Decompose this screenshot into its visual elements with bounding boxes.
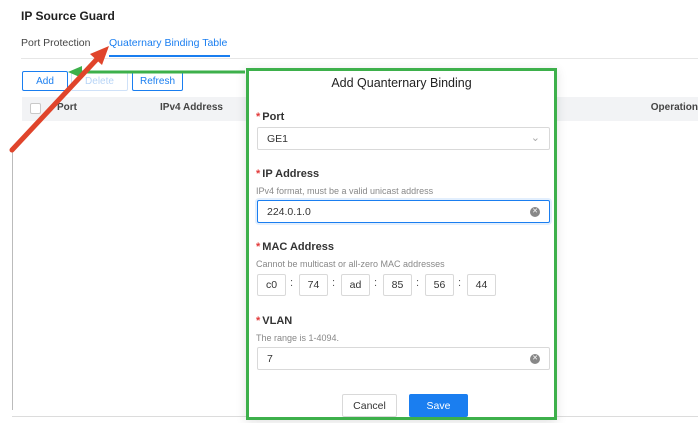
vlan-value: 7 (267, 353, 273, 365)
mac-separator: : (290, 277, 294, 289)
mac-separator: : (416, 277, 420, 289)
mac-separator: : (332, 277, 336, 289)
mac-address-hint: Cannot be multicast or all-zero MAC addr… (256, 259, 445, 269)
page-title: IP Source Guard (21, 9, 115, 23)
tab-quaternary-binding-table[interactable]: Quaternary Binding Table (109, 37, 227, 49)
delete-button[interactable]: Delete (71, 71, 128, 91)
cancel-button[interactable]: Cancel (342, 394, 397, 417)
save-button[interactable]: Save (409, 394, 468, 417)
clear-icon[interactable]: ✕ (530, 354, 540, 364)
tab-bar: Port Protection Quaternary Binding Table (21, 37, 698, 59)
required-mark: * (256, 241, 261, 253)
clear-icon[interactable]: ✕ (530, 207, 540, 217)
tab-port-protection[interactable]: Port Protection (21, 37, 90, 49)
column-header-ipv4-address[interactable]: IPv4 Address (160, 102, 223, 113)
add-button[interactable]: Add (22, 71, 68, 91)
required-mark: * (256, 111, 261, 123)
required-mark: * (256, 315, 261, 327)
ip-address-hint: IPv4 format, must be a valid unicast add… (256, 186, 434, 196)
port-value: GE1 (267, 133, 289, 145)
vlan-label: * VLAN (256, 315, 293, 327)
mac-octet-3[interactable]: ad (341, 274, 370, 296)
dialog-title: Add Quanternary Binding (331, 76, 472, 90)
chevron-down-icon: ⌄ (530, 132, 540, 144)
vlan-input[interactable]: 7 ✕ (257, 347, 550, 370)
mac-octet-2[interactable]: 74 (299, 274, 328, 296)
mac-octet-5[interactable]: 56 (425, 274, 454, 296)
column-header-operation: Operation (650, 102, 698, 113)
mac-address-label: * MAC Address (256, 241, 334, 253)
ip-address-value: 224.0.1.0 (267, 206, 311, 218)
mac-separator: : (458, 277, 462, 289)
port-label: * Port (256, 111, 285, 123)
required-mark: * (256, 168, 261, 180)
mac-octet-4[interactable]: 85 (383, 274, 412, 296)
ip-address-label: * IP Address (256, 168, 320, 180)
mac-octet-6[interactable]: 44 (467, 274, 496, 296)
ip-address-input[interactable]: 224.0.1.0 ✕ (257, 200, 550, 223)
vlan-hint: The range is 1-4094. (256, 333, 340, 343)
mac-separator: : (374, 277, 378, 289)
select-all-checkbox[interactable] (30, 103, 41, 114)
content-border-left (12, 150, 13, 410)
active-tab-indicator (109, 55, 230, 57)
column-header-port[interactable]: Port (57, 102, 77, 113)
add-binding-dialog: Add Quanternary Binding * Port GE1 ⌄ * IP … (246, 68, 557, 420)
refresh-button[interactable]: Refresh (132, 71, 183, 91)
port-select[interactable]: GE1 ⌄ (257, 127, 550, 150)
mac-octet-1[interactable]: c0 (257, 274, 286, 296)
